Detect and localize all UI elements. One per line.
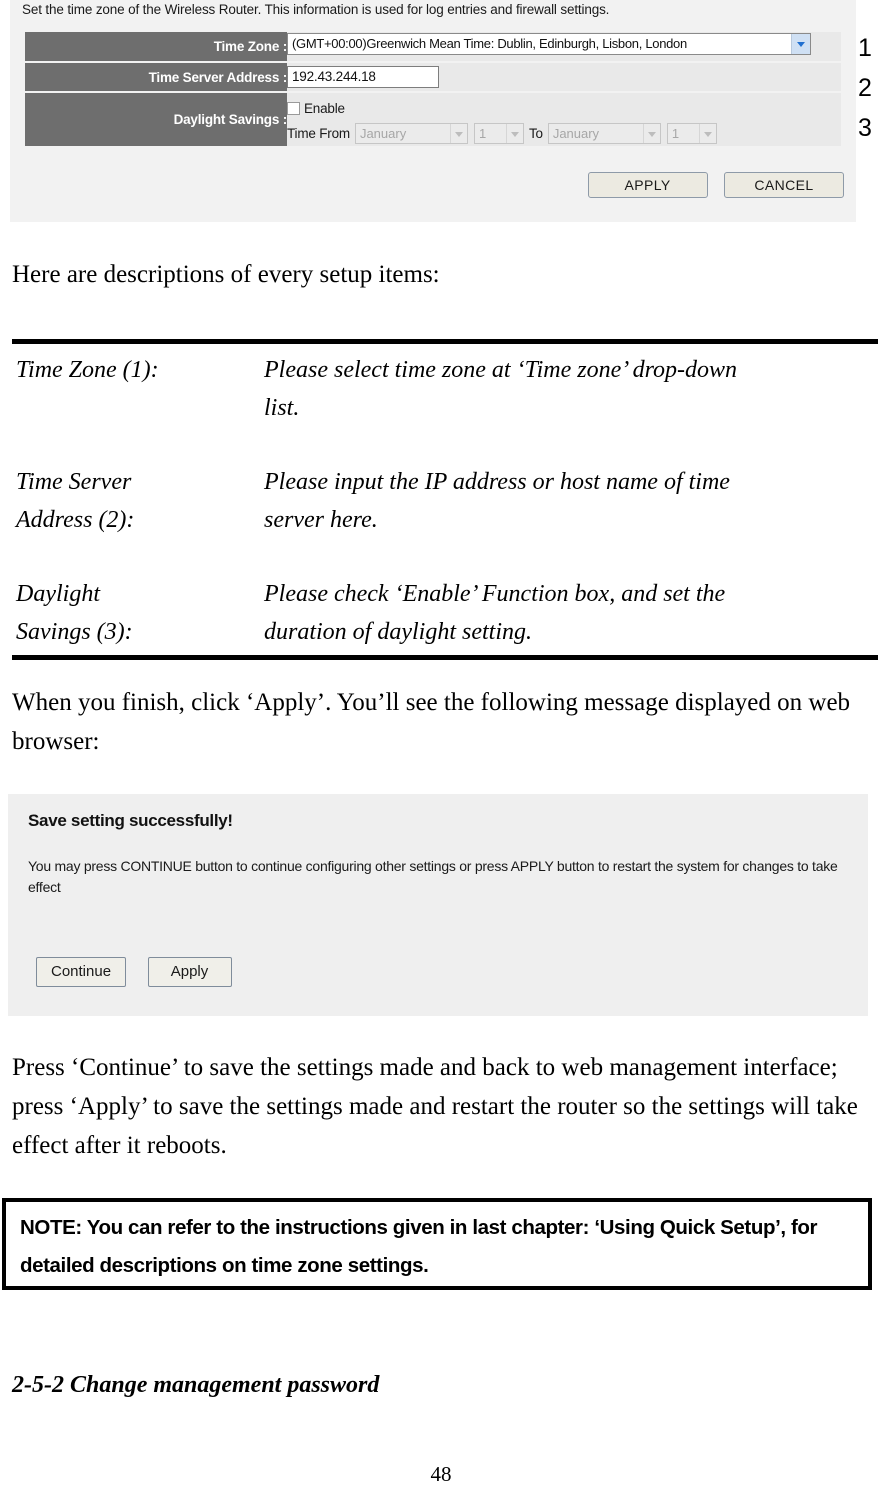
daylight-savings-value-cell: Enable Time From January 1 To January 1 <box>287 92 841 148</box>
desc-text-2-line2: server here. <box>264 507 378 533</box>
save-panel-title: Save setting successfully! <box>28 811 233 830</box>
callout-number-2: 2 <box>858 74 872 102</box>
router-config-screenshot: Set the time zone of the Wireless Router… <box>10 0 856 222</box>
screenshot-intro-text: Set the time zone of the Wireless Router… <box>22 2 610 17</box>
daylight-enable-row: Enable <box>287 98 841 118</box>
callout-number-3: 3 <box>858 114 872 142</box>
table-row: Daylight Please check ‘Enable’ Function … <box>12 575 878 613</box>
desc-term-2-line1: Time Server <box>16 469 132 495</box>
time-server-value-cell: 192.43.244.18 <box>287 62 841 93</box>
from-month-value: January <box>359 125 407 141</box>
desc-text-2-line1: Please input the IP address or host name… <box>264 469 730 495</box>
time-server-address-label: Time Server Address : <box>25 62 287 93</box>
chevron-down-icon[interactable] <box>791 34 810 54</box>
section-heading: 2-5-2 Change management password <box>12 1372 380 1398</box>
daylight-enable-label: Enable <box>304 100 345 116</box>
page-number: 48 <box>430 1462 452 1486</box>
from-month-select[interactable]: January <box>354 122 468 144</box>
finish-instruction-paragraph: When you finish, click ‘Apply’. You’ll s… <box>12 689 851 755</box>
table-row: Savings (3): duration of daylight settin… <box>12 613 878 658</box>
to-day-value: 1 <box>671 125 680 141</box>
table-row: Address (2): server here. <box>12 501 878 539</box>
desc-text-1-line2: list. <box>264 395 300 421</box>
apply-button[interactable]: Apply <box>147 957 232 987</box>
desc-term-3-line2: Savings (3): <box>16 619 133 645</box>
daylight-savings-label: Daylight Savings : <box>25 92 287 148</box>
save-panel-body-text: You may press CONTINUE button to continu… <box>28 858 838 895</box>
table-row-spacer <box>12 427 878 463</box>
apply-button[interactable]: APPLY <box>587 172 708 198</box>
table-row-spacer <box>12 539 878 575</box>
time-zone-select[interactable]: (GMT+00:00)Greenwich Mean Time: Dublin, … <box>287 33 811 55</box>
time-server-address-input[interactable]: 192.43.244.18 <box>287 66 439 88</box>
time-settings-form: Time Zone : (GMT+00:00)Greenwich Mean Ti… <box>25 32 841 148</box>
time-from-label: Time From <box>287 125 350 141</box>
note-box: NOTE: You can refer to the instructions … <box>2 1198 872 1290</box>
time-zone-selected-option: (GMT+00:00)Greenwich Mean Time: Dublin, … <box>292 36 687 51</box>
descriptions-intro-paragraph: Here are descriptions of every setup ite… <box>12 261 440 288</box>
chevron-down-icon[interactable] <box>698 123 716 143</box>
desc-term-1-line2 <box>12 389 264 427</box>
setup-items-description-table: Time Zone (1): Please select time zone a… <box>12 339 878 660</box>
chevron-down-icon[interactable] <box>642 123 660 143</box>
desc-text-1-line1: Please select time zone at ‘Time zone’ d… <box>264 357 738 383</box>
callout-numbers: 1 2 3 <box>858 28 882 148</box>
to-day-select[interactable]: 1 <box>666 122 717 144</box>
document-page: Set the time zone of the Wireless Router… <box>0 0 882 1501</box>
to-label: To <box>528 125 543 141</box>
time-zone-value-cell: (GMT+00:00)Greenwich Mean Time: Dublin, … <box>287 32 841 63</box>
continue-button[interactable]: Continue <box>36 957 127 987</box>
chevron-down-icon[interactable] <box>449 123 467 143</box>
to-month-value: January <box>552 125 600 141</box>
table-row-time-zone: Time Zone : (GMT+00:00)Greenwich Mean Ti… <box>25 32 841 63</box>
table-row: list. <box>12 389 878 427</box>
desc-term-3-line1: Daylight <box>16 581 100 607</box>
table-row: Time Server Please input the IP address … <box>12 463 878 501</box>
chevron-down-icon[interactable] <box>505 123 523 143</box>
table-row-daylight-savings: Daylight Savings : Enable Time From Janu… <box>25 92 841 148</box>
save-setting-panel: Save setting successfully! You may press… <box>8 794 868 1016</box>
to-month-select[interactable]: January <box>547 122 661 144</box>
desc-term-2-line2: Address (2): <box>16 507 135 533</box>
desc-term-1-line1: Time Zone (1): <box>16 357 159 383</box>
cancel-button[interactable]: CANCEL <box>724 172 844 198</box>
press-continue-paragraph: Press ‘Continue’ to save the settings ma… <box>12 1054 858 1159</box>
save-panel-button-row: Continue Apply <box>36 957 249 987</box>
daylight-duration-row: Time From January 1 To January 1 <box>287 122 841 144</box>
table-row: Time Zone (1): Please select time zone a… <box>12 342 878 390</box>
form-button-bar: APPLY CANCEL <box>25 172 856 198</box>
from-day-select[interactable]: 1 <box>473 122 524 144</box>
from-day-value: 1 <box>478 125 487 141</box>
daylight-enable-checkbox[interactable] <box>287 101 300 115</box>
note-box-text: NOTE: You can refer to the instructions … <box>20 1216 818 1277</box>
desc-text-3-line1: Please check ‘Enable’ Function box, and … <box>264 581 726 607</box>
table-row-time-server: Time Server Address : 192.43.244.18 <box>25 62 841 93</box>
desc-text-3-line2: duration of daylight setting. <box>264 619 532 645</box>
callout-number-1: 1 <box>858 34 872 62</box>
time-zone-label: Time Zone : <box>25 32 287 63</box>
